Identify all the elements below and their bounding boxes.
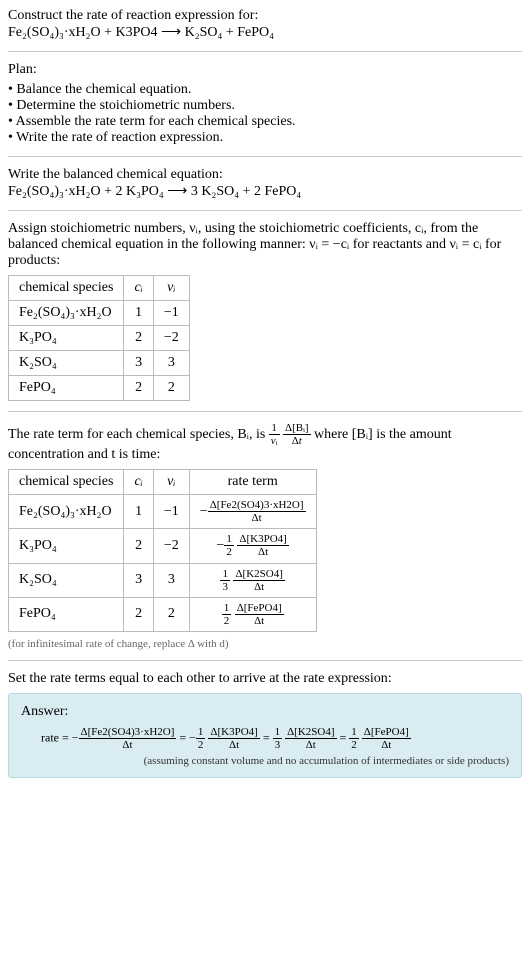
nu-cell: 2 (153, 376, 189, 401)
species-cell: K₃PO₄ (9, 326, 124, 351)
assign-section: Assign stoichiometric numbers, νᵢ, using… (8, 221, 522, 401)
rate-expression: rate = −Δ[Fe2(SO4)3·xH2O]Δt = −12 Δ[K3PO… (21, 726, 509, 751)
divider (8, 660, 522, 661)
rate-term-footnote: (for infinitesimal rate of change, repla… (8, 638, 522, 650)
divider (8, 210, 522, 211)
nu-cell: −1 (153, 301, 189, 326)
table-header: cᵢ (124, 276, 153, 301)
stoich-table: chemical species cᵢ νᵢ Fe₂(SO₄)₃·xH₂O 1 … (8, 275, 190, 401)
species-cell: Fe₂(SO₄)₃·xH₂O (9, 495, 124, 529)
balanced-heading: Write the balanced chemical equation: (8, 167, 522, 183)
answer-box: Answer: rate = −Δ[Fe2(SO4)3·xH2O]Δt = −1… (8, 693, 522, 778)
species-cell: FePO₄ (9, 597, 124, 631)
table-row: FePO₄ 2 2 (9, 376, 190, 401)
rate-term-table: chemical species cᵢ νᵢ rate term Fe₂(SO₄… (8, 469, 317, 632)
intro-section: Construct the rate of reaction expressio… (8, 8, 522, 41)
nu-cell: 2 (153, 597, 189, 631)
table-row: K₂SO₄ 3 3 13 Δ[K2SO4]Δt (9, 563, 317, 597)
rate-term-text: The rate term for each chemical species,… (8, 422, 522, 463)
species-cell: K₂SO₄ (9, 351, 124, 376)
rate-term-section: The rate term for each chemical species,… (8, 422, 522, 650)
table-row: FePO₄ 2 2 12 Δ[FePO4]Δt (9, 597, 317, 631)
plan-item: Write the rate of reaction expression. (8, 130, 522, 146)
rate-cell: −Δ[Fe2(SO4)3·xH2O]Δt (189, 495, 316, 529)
answer-footnote: (assuming constant volume and no accumul… (21, 755, 509, 767)
c-cell: 1 (124, 301, 153, 326)
table-header: chemical species (9, 276, 124, 301)
nu-cell: −1 (153, 495, 189, 529)
table-row: Fe₂(SO₄)₃·xH₂O 1 −1 (9, 301, 190, 326)
table-row: K₃PO₄ 2 −2 −12 Δ[K3PO4]Δt (9, 529, 317, 563)
plan-item: Assemble the rate term for each chemical… (8, 114, 522, 130)
divider (8, 411, 522, 412)
table-header: chemical species (9, 470, 124, 495)
table-row: K₃PO₄ 2 −2 (9, 326, 190, 351)
answer-label: Answer: (21, 704, 509, 720)
nu-cell: 3 (153, 351, 189, 376)
rate-term-prefix: The rate term for each chemical species,… (8, 427, 269, 442)
plan-item: Determine the stoichiometric numbers. (8, 98, 522, 114)
assign-text: Assign stoichiometric numbers, νᵢ, using… (8, 221, 522, 269)
rate-prefix: rate = (41, 730, 72, 744)
divider (8, 156, 522, 157)
plan-heading: Plan: (8, 62, 522, 78)
species-cell: Fe₂(SO₄)₃·xH₂O (9, 301, 124, 326)
construct-label: Construct the rate of reaction expressio… (8, 8, 522, 24)
final-heading: Set the rate terms equal to each other t… (8, 671, 522, 687)
c-cell: 3 (124, 563, 153, 597)
rate-term-general-frac: Δ[Bᵢ]Δt (283, 422, 311, 447)
plan-list: Balance the chemical equation. Determine… (8, 82, 522, 146)
plan-item: Balance the chemical equation. (8, 82, 522, 98)
divider (8, 51, 522, 52)
species-cell: FePO₄ (9, 376, 124, 401)
table-row: K₂SO₄ 3 3 (9, 351, 190, 376)
c-cell: 1 (124, 495, 153, 529)
species-cell: K₂SO₄ (9, 563, 124, 597)
balanced-section: Write the balanced chemical equation: Fe… (8, 167, 522, 200)
table-header: νᵢ (153, 470, 189, 495)
c-cell: 2 (124, 529, 153, 563)
rate-cell: −12 Δ[K3PO4]Δt (189, 529, 316, 563)
rate-cell: 12 Δ[FePO4]Δt (189, 597, 316, 631)
c-cell: 2 (124, 376, 153, 401)
c-cell: 2 (124, 326, 153, 351)
nu-cell: −2 (153, 326, 189, 351)
table-header: νᵢ (153, 276, 189, 301)
table-header: rate term (189, 470, 316, 495)
nu-cell: 3 (153, 563, 189, 597)
final-section: Set the rate terms equal to each other t… (8, 671, 522, 778)
plan-section: Plan: Balance the chemical equation. Det… (8, 62, 522, 146)
c-cell: 3 (124, 351, 153, 376)
table-header: cᵢ (124, 470, 153, 495)
unbalanced-equation: Fe₂(SO₄)₃·xH₂O + K3PO4 ⟶ K₂SO₄ + FePO₄ (8, 24, 522, 41)
nu-cell: −2 (153, 529, 189, 563)
table-row: Fe₂(SO₄)₃·xH₂O 1 −1 −Δ[Fe2(SO4)3·xH2O]Δt (9, 495, 317, 529)
species-cell: K₃PO₄ (9, 529, 124, 563)
c-cell: 2 (124, 597, 153, 631)
balanced-equation: Fe₂(SO₄)₃·xH₂O + 2 K₃PO₄ ⟶ 3 K₂SO₄ + 2 F… (8, 183, 522, 200)
rate-term-general-coef: 1νᵢ (269, 422, 280, 447)
rate-cell: 13 Δ[K2SO4]Δt (189, 563, 316, 597)
